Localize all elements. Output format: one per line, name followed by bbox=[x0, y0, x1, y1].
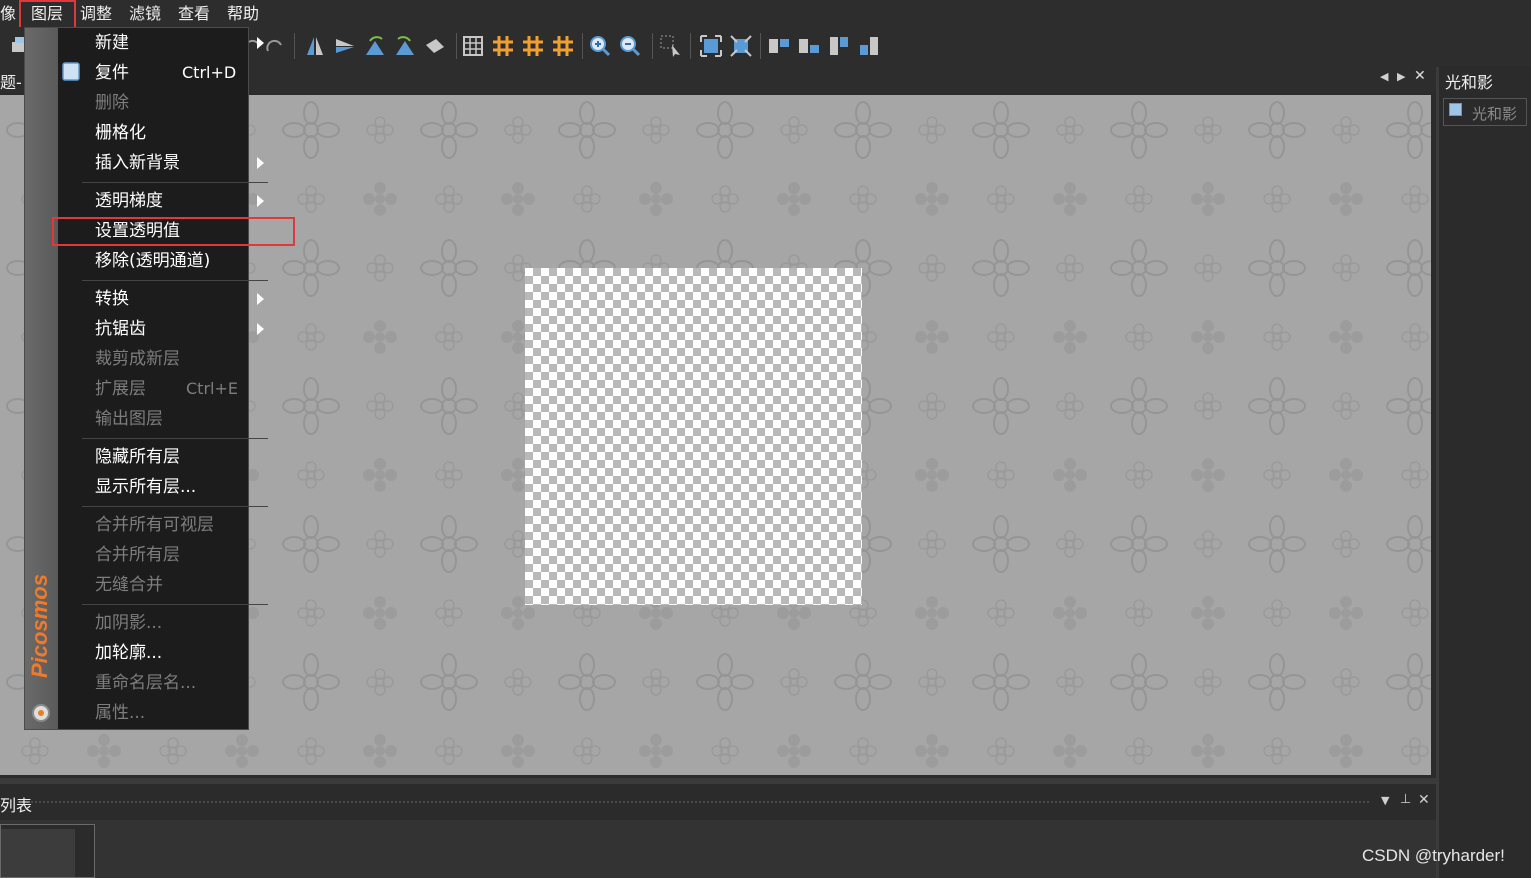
menu-separator bbox=[82, 438, 268, 439]
grid-icon[interactable] bbox=[460, 33, 486, 59]
layer-dropdown-menu: Picosmos 新建 复件 Ctrl+D 删除 栅格化 插入新背景 透明梯度 … bbox=[24, 27, 268, 730]
layer-list-icon bbox=[1449, 103, 1462, 116]
shortcut-expand: Ctrl+E bbox=[186, 379, 238, 398]
shortcut-duplicate: Ctrl+D bbox=[182, 63, 237, 82]
menu-separator bbox=[82, 604, 268, 605]
gear-icon bbox=[32, 704, 50, 722]
menu-item-duplicate[interactable]: 复件 bbox=[95, 58, 129, 88]
menu-item-rasterize[interactable]: 栅格化 bbox=[95, 118, 146, 148]
menu-item-remove-alpha[interactable]: 移除(透明通道) bbox=[95, 246, 210, 276]
align-left-icon[interactable] bbox=[826, 33, 852, 59]
menu-filter[interactable]: 滤镜 bbox=[129, 2, 161, 26]
menu-item-export-layer: 输出图层 bbox=[95, 409, 163, 429]
toolbar-separator bbox=[456, 33, 457, 59]
layer-thumbnail[interactable] bbox=[0, 824, 95, 878]
toolbar-separator bbox=[582, 33, 583, 59]
flip-vertical-icon[interactable] bbox=[302, 33, 328, 59]
flip-horizontal-icon[interactable] bbox=[332, 33, 358, 59]
select-pointer-icon[interactable] bbox=[658, 33, 684, 59]
right-panel-item-label: 光和影 bbox=[1472, 105, 1518, 123]
rotate-right-icon[interactable] bbox=[392, 33, 418, 59]
right-panel: 光和影 光和影 bbox=[1436, 67, 1531, 878]
menu-adjust[interactable]: 调整 bbox=[80, 2, 112, 26]
zoom-out-icon[interactable] bbox=[617, 33, 643, 59]
align-top-icon[interactable] bbox=[766, 33, 792, 59]
toolbar-separator bbox=[652, 33, 653, 59]
toolbar-separator bbox=[690, 33, 691, 59]
submenu-arrow-icon bbox=[257, 37, 264, 49]
submenu-arrow-icon bbox=[257, 323, 264, 335]
menu-item-insert-background[interactable]: 插入新背景 bbox=[95, 148, 180, 178]
right-panel-title: 光和影 bbox=[1445, 73, 1494, 92]
grid-orange-alt-icon[interactable] bbox=[520, 33, 546, 59]
menu-item-add-outline[interactable]: 加轮廓... bbox=[95, 638, 162, 668]
panel-splitter[interactable] bbox=[0, 778, 1436, 784]
toolbar-separator bbox=[294, 33, 295, 59]
grid-orange-icon[interactable] bbox=[490, 33, 516, 59]
submenu-arrow-icon bbox=[257, 293, 264, 305]
scroll-right-icon[interactable]: ▶ bbox=[1397, 70, 1405, 83]
transparent-layer bbox=[525, 268, 862, 605]
free-rotate-icon[interactable] bbox=[422, 33, 448, 59]
menu-item-antialias[interactable]: 抗锯齿 bbox=[95, 314, 146, 344]
zoom-in-icon[interactable] bbox=[587, 33, 613, 59]
menu-separator bbox=[82, 506, 268, 507]
menu-item-hide-all[interactable]: 隐藏所有层 bbox=[95, 442, 180, 472]
menu-item-delete: 删除 bbox=[95, 93, 129, 113]
pin-icon[interactable]: ⊥ bbox=[1400, 792, 1411, 807]
panel-grip bbox=[30, 800, 1370, 804]
document-tab[interactable]: 题- bbox=[0, 69, 22, 93]
picosmos-logo: Picosmos bbox=[27, 574, 52, 678]
submenu-arrow-icon bbox=[257, 195, 264, 207]
highlight-box-set-transparency bbox=[52, 217, 295, 246]
menu-item-expand-layer: 扩展层 bbox=[95, 379, 146, 399]
duplicate-icon bbox=[62, 62, 80, 81]
menu-bar: 像 图层 调整 滤镜 查看 帮助 bbox=[0, 0, 1531, 27]
watermark: CSDN @tryharder! bbox=[1362, 846, 1505, 865]
menu-item-add-shadow: 加阴影... bbox=[95, 613, 163, 633]
right-panel-item[interactable]: 光和影 bbox=[1443, 98, 1527, 126]
menu-separator bbox=[82, 280, 268, 281]
scroll-left-icon[interactable]: ◀ bbox=[1380, 70, 1388, 83]
menu-item-crop-to-new-layer: 裁剪成新层 bbox=[95, 349, 180, 369]
menu-item-merge-visible: 合并所有可视层 bbox=[95, 515, 214, 535]
redo-alt-icon[interactable] bbox=[262, 33, 288, 59]
panel-dropdown-icon[interactable]: ▼ bbox=[1381, 794, 1389, 807]
layer-list-area bbox=[0, 820, 1436, 878]
align-bottom-icon[interactable] bbox=[796, 33, 822, 59]
menu-item-transparency-gradient[interactable]: 透明梯度 bbox=[95, 186, 163, 216]
bottom-panel: 列表 ▼ ⊥ ✕ bbox=[0, 786, 1436, 878]
grid-hash-icon[interactable] bbox=[550, 33, 576, 59]
menu-separator bbox=[82, 182, 268, 183]
menu-item-rename: 重命名层名... bbox=[95, 673, 197, 693]
menu-item-new[interactable]: 新建 bbox=[95, 28, 129, 58]
fit-window-icon[interactable] bbox=[698, 33, 724, 59]
menu-image[interactable]: 像 bbox=[0, 2, 16, 26]
menu-item-seamless-merge: 无缝合并 bbox=[95, 575, 163, 595]
layer-thumbnail-image bbox=[1, 829, 75, 877]
menu-help[interactable]: 帮助 bbox=[227, 2, 259, 26]
menu-brand-strip: Picosmos bbox=[25, 28, 58, 729]
menu-item-show-all[interactable]: 显示所有层... bbox=[95, 472, 196, 502]
close-document-icon[interactable]: ✕ bbox=[1414, 68, 1426, 84]
align-right-icon[interactable] bbox=[856, 33, 882, 59]
menu-item-convert[interactable]: 转换 bbox=[95, 284, 129, 314]
toolbar-separator bbox=[760, 33, 761, 59]
menu-view[interactable]: 查看 bbox=[178, 2, 210, 26]
actual-size-icon[interactable] bbox=[728, 33, 754, 59]
rotate-left-icon[interactable] bbox=[362, 33, 388, 59]
menu-item-merge-all: 合并所有层 bbox=[95, 545, 180, 565]
submenu-arrow-icon bbox=[257, 157, 264, 169]
bottom-panel-title: 列表 bbox=[0, 796, 33, 815]
close-panel-icon[interactable]: ✕ bbox=[1418, 792, 1430, 808]
menu-item-properties: 属性... bbox=[95, 703, 146, 723]
